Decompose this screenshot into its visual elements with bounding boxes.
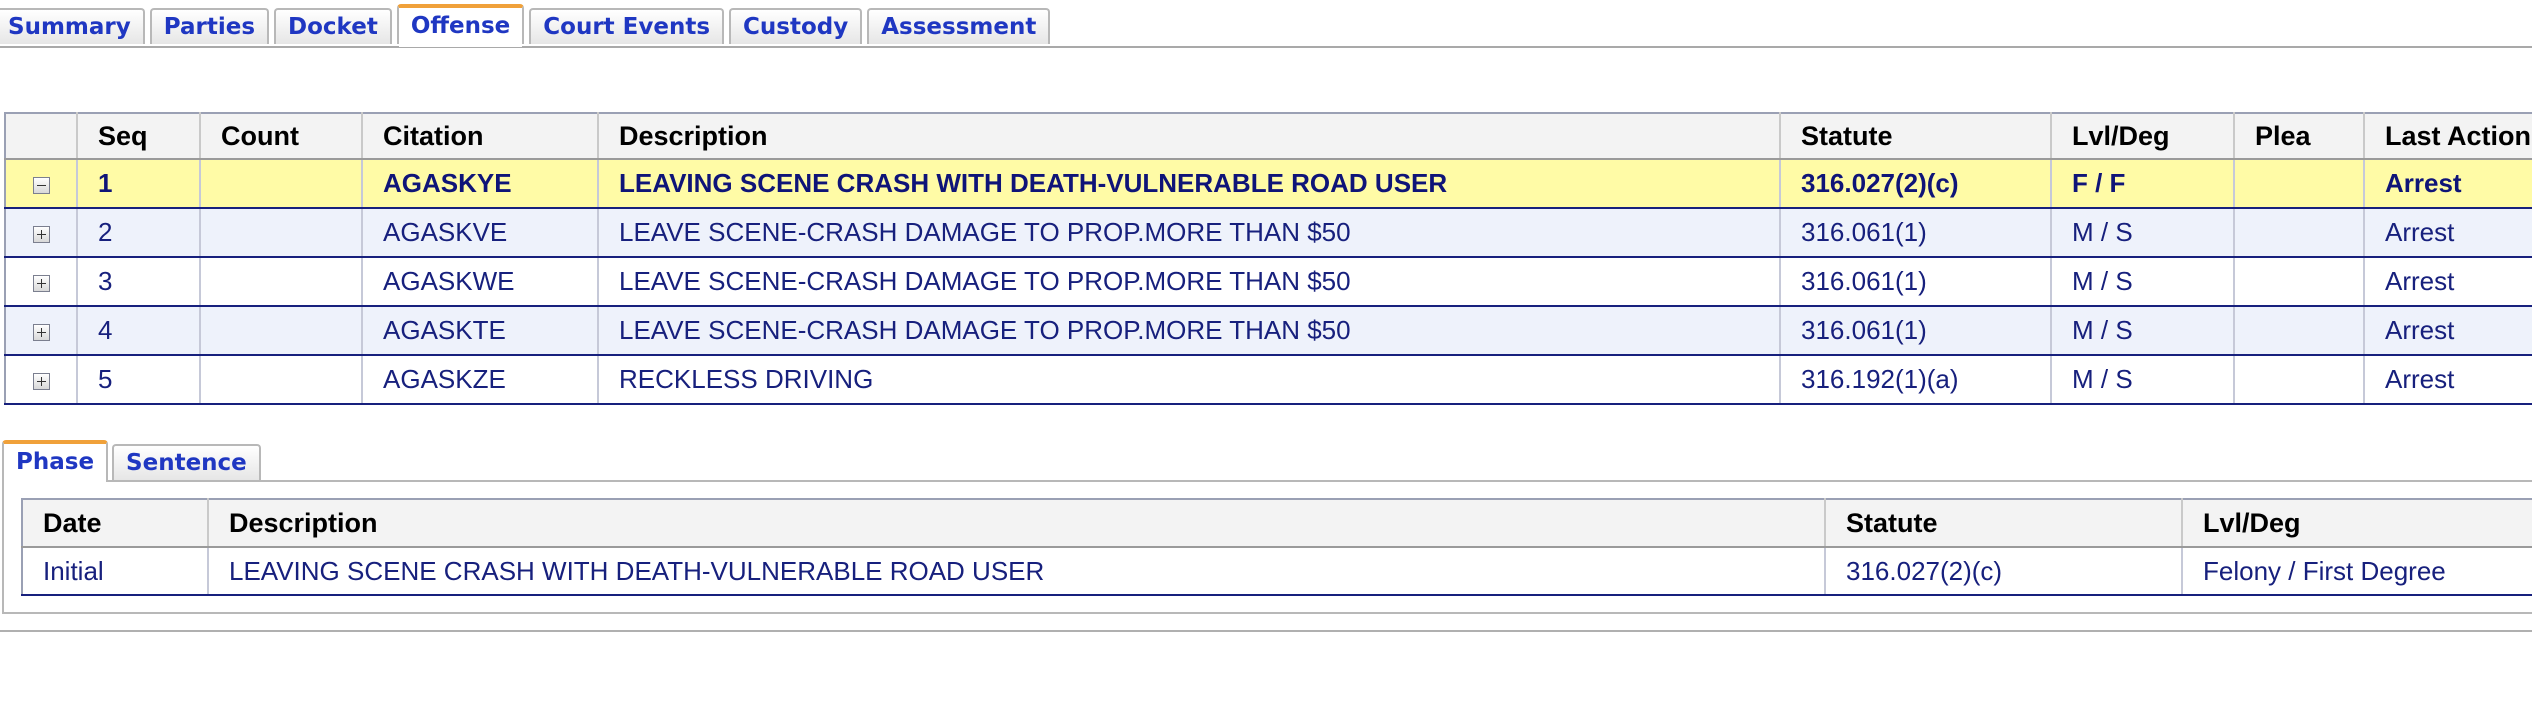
panel-top-border bbox=[2, 480, 2532, 482]
expand-icon[interactable] bbox=[32, 372, 50, 390]
column-header-description[interactable]: Description bbox=[208, 499, 1826, 548]
panel-left-border bbox=[2, 480, 4, 614]
lvl-deg-cell: M / S bbox=[2051, 257, 2235, 307]
citation-cell: AGASKVE bbox=[362, 208, 599, 258]
description-cell: LEAVING SCENE CRASH WITH DEATH-VULNERABL… bbox=[598, 159, 1781, 209]
column-header-lvl-deg[interactable]: Lvl/Deg bbox=[2182, 499, 2532, 548]
plea-cell bbox=[2234, 355, 2365, 405]
statute-cell: 316.061(1) bbox=[1780, 306, 2052, 356]
citation-cell: AGASKZE bbox=[362, 355, 599, 405]
column-header-statute[interactable]: Statute bbox=[1825, 499, 2183, 548]
description-cell: LEAVE SCENE-CRASH DAMAGE TO PROP.MORE TH… bbox=[598, 208, 1781, 258]
column-header-description[interactable]: Description bbox=[598, 113, 1781, 160]
expand-cell bbox=[5, 355, 78, 405]
statute-cell: 316.027(2)(c) bbox=[1780, 159, 2052, 209]
table-row[interactable]: 4 AGASKTE LEAVE SCENE-CRASH DAMAGE TO PR… bbox=[5, 306, 2532, 356]
expand-cell bbox=[5, 159, 78, 209]
offense-detail-tab-bar: Phase Sentence bbox=[2, 440, 265, 483]
last-action-cell: Arrest bbox=[2364, 306, 2532, 356]
description-cell: RECKLESS DRIVING bbox=[598, 355, 1781, 405]
phase-table: Date Description Statute Lvl/Deg Initial… bbox=[21, 498, 2532, 596]
column-header-plea[interactable]: Plea bbox=[2234, 113, 2365, 160]
seq-cell: 3 bbox=[77, 257, 201, 307]
count-cell bbox=[200, 159, 363, 209]
seq-cell: 2 bbox=[77, 208, 201, 258]
plea-cell bbox=[2234, 208, 2365, 258]
seq-cell: 1 bbox=[77, 159, 201, 209]
tab-sentence[interactable]: Sentence bbox=[112, 444, 261, 480]
citation-cell: AGASKYE bbox=[362, 159, 599, 209]
count-cell bbox=[200, 208, 363, 258]
column-header-seq[interactable]: Seq bbox=[77, 113, 201, 160]
count-cell bbox=[200, 306, 363, 356]
tab-custody[interactable]: Custody bbox=[729, 8, 863, 44]
expand-icon[interactable] bbox=[32, 225, 50, 243]
tab-assessment[interactable]: Assessment bbox=[867, 8, 1051, 44]
column-header-count[interactable]: Count bbox=[200, 113, 363, 160]
table-row[interactable]: 2 AGASKVE LEAVE SCENE-CRASH DAMAGE TO PR… bbox=[5, 208, 2532, 258]
expand-cell bbox=[5, 306, 78, 356]
collapse-icon[interactable] bbox=[32, 176, 50, 194]
column-header-statute[interactable]: Statute bbox=[1780, 113, 2052, 160]
expand-icon[interactable] bbox=[32, 323, 50, 341]
section-divider bbox=[0, 630, 2532, 632]
case-tab-bar: Summary Parties Docket Offense Court Eve… bbox=[0, 0, 2532, 48]
statute-cell: 316.061(1) bbox=[1780, 257, 2052, 307]
tab-offense[interactable]: Offense bbox=[396, 4, 525, 47]
description-cell: LEAVE SCENE-CRASH DAMAGE TO PROP.MORE TH… bbox=[598, 306, 1781, 356]
last-action-cell: Arrest bbox=[2364, 208, 2532, 258]
statute-cell: 316.061(1) bbox=[1780, 208, 2052, 258]
expand-cell bbox=[5, 208, 78, 258]
count-cell bbox=[200, 257, 363, 307]
tab-docket[interactable]: Docket bbox=[274, 8, 392, 44]
lvl-deg-cell: M / S bbox=[2051, 355, 2235, 405]
count-cell bbox=[200, 355, 363, 405]
statute-cell: 316.192(1)(a) bbox=[1780, 355, 2052, 405]
lvl-deg-cell: F / F bbox=[2051, 159, 2235, 209]
last-action-cell: Arrest bbox=[2364, 355, 2532, 405]
table-row[interactable]: 3 AGASKWE LEAVE SCENE-CRASH DAMAGE TO PR… bbox=[5, 257, 2532, 307]
statute-cell: 316.027(2)(c) bbox=[1825, 547, 2183, 596]
table-row[interactable]: 1 AGASKYE LEAVING SCENE CRASH WITH DEATH… bbox=[5, 159, 2532, 209]
lvl-deg-cell: M / S bbox=[2051, 306, 2235, 356]
tab-parties[interactable]: Parties bbox=[149, 8, 270, 44]
offense-header-row: Seq Count Citation Description Statute L… bbox=[5, 113, 2532, 160]
expand-icon[interactable] bbox=[32, 274, 50, 292]
column-header-last-action[interactable]: Last Action bbox=[2364, 113, 2532, 160]
description-cell: LEAVE SCENE-CRASH DAMAGE TO PROP.MORE TH… bbox=[598, 257, 1781, 307]
seq-cell: 5 bbox=[77, 355, 201, 405]
description-cell: LEAVING SCENE CRASH WITH DEATH-VULNERABL… bbox=[208, 547, 1826, 596]
seq-cell: 4 bbox=[77, 306, 201, 356]
table-row[interactable]: 5 AGASKZE RECKLESS DRIVING 316.192(1)(a)… bbox=[5, 355, 2532, 405]
plea-cell bbox=[2234, 306, 2365, 356]
tab-phase[interactable]: Phase bbox=[2, 440, 109, 483]
expand-column-header bbox=[5, 113, 78, 160]
column-header-date[interactable]: Date bbox=[22, 499, 209, 548]
last-action-cell: Arrest bbox=[2364, 159, 2532, 209]
last-action-cell: Arrest bbox=[2364, 257, 2532, 307]
citation-cell: AGASKWE bbox=[362, 257, 599, 307]
tab-summary[interactable]: Summary bbox=[0, 8, 145, 44]
offense-table: Seq Count Citation Description Statute L… bbox=[4, 112, 2532, 405]
date-cell: Initial bbox=[22, 547, 209, 596]
plea-cell bbox=[2234, 159, 2365, 209]
tab-court-events[interactable]: Court Events bbox=[529, 8, 725, 44]
column-header-citation[interactable]: Citation bbox=[362, 113, 599, 160]
plea-cell bbox=[2234, 257, 2365, 307]
phase-header-row: Date Description Statute Lvl/Deg bbox=[22, 499, 2532, 548]
lvl-deg-cell: Felony / First Degree bbox=[2182, 547, 2532, 596]
table-row[interactable]: Initial LEAVING SCENE CRASH WITH DEATH-V… bbox=[22, 547, 2532, 596]
citation-cell: AGASKTE bbox=[362, 306, 599, 356]
column-header-lvl-deg[interactable]: Lvl/Deg bbox=[2051, 113, 2235, 160]
expand-cell bbox=[5, 257, 78, 307]
lvl-deg-cell: M / S bbox=[2051, 208, 2235, 258]
panel-bottom-border bbox=[2, 612, 2532, 614]
